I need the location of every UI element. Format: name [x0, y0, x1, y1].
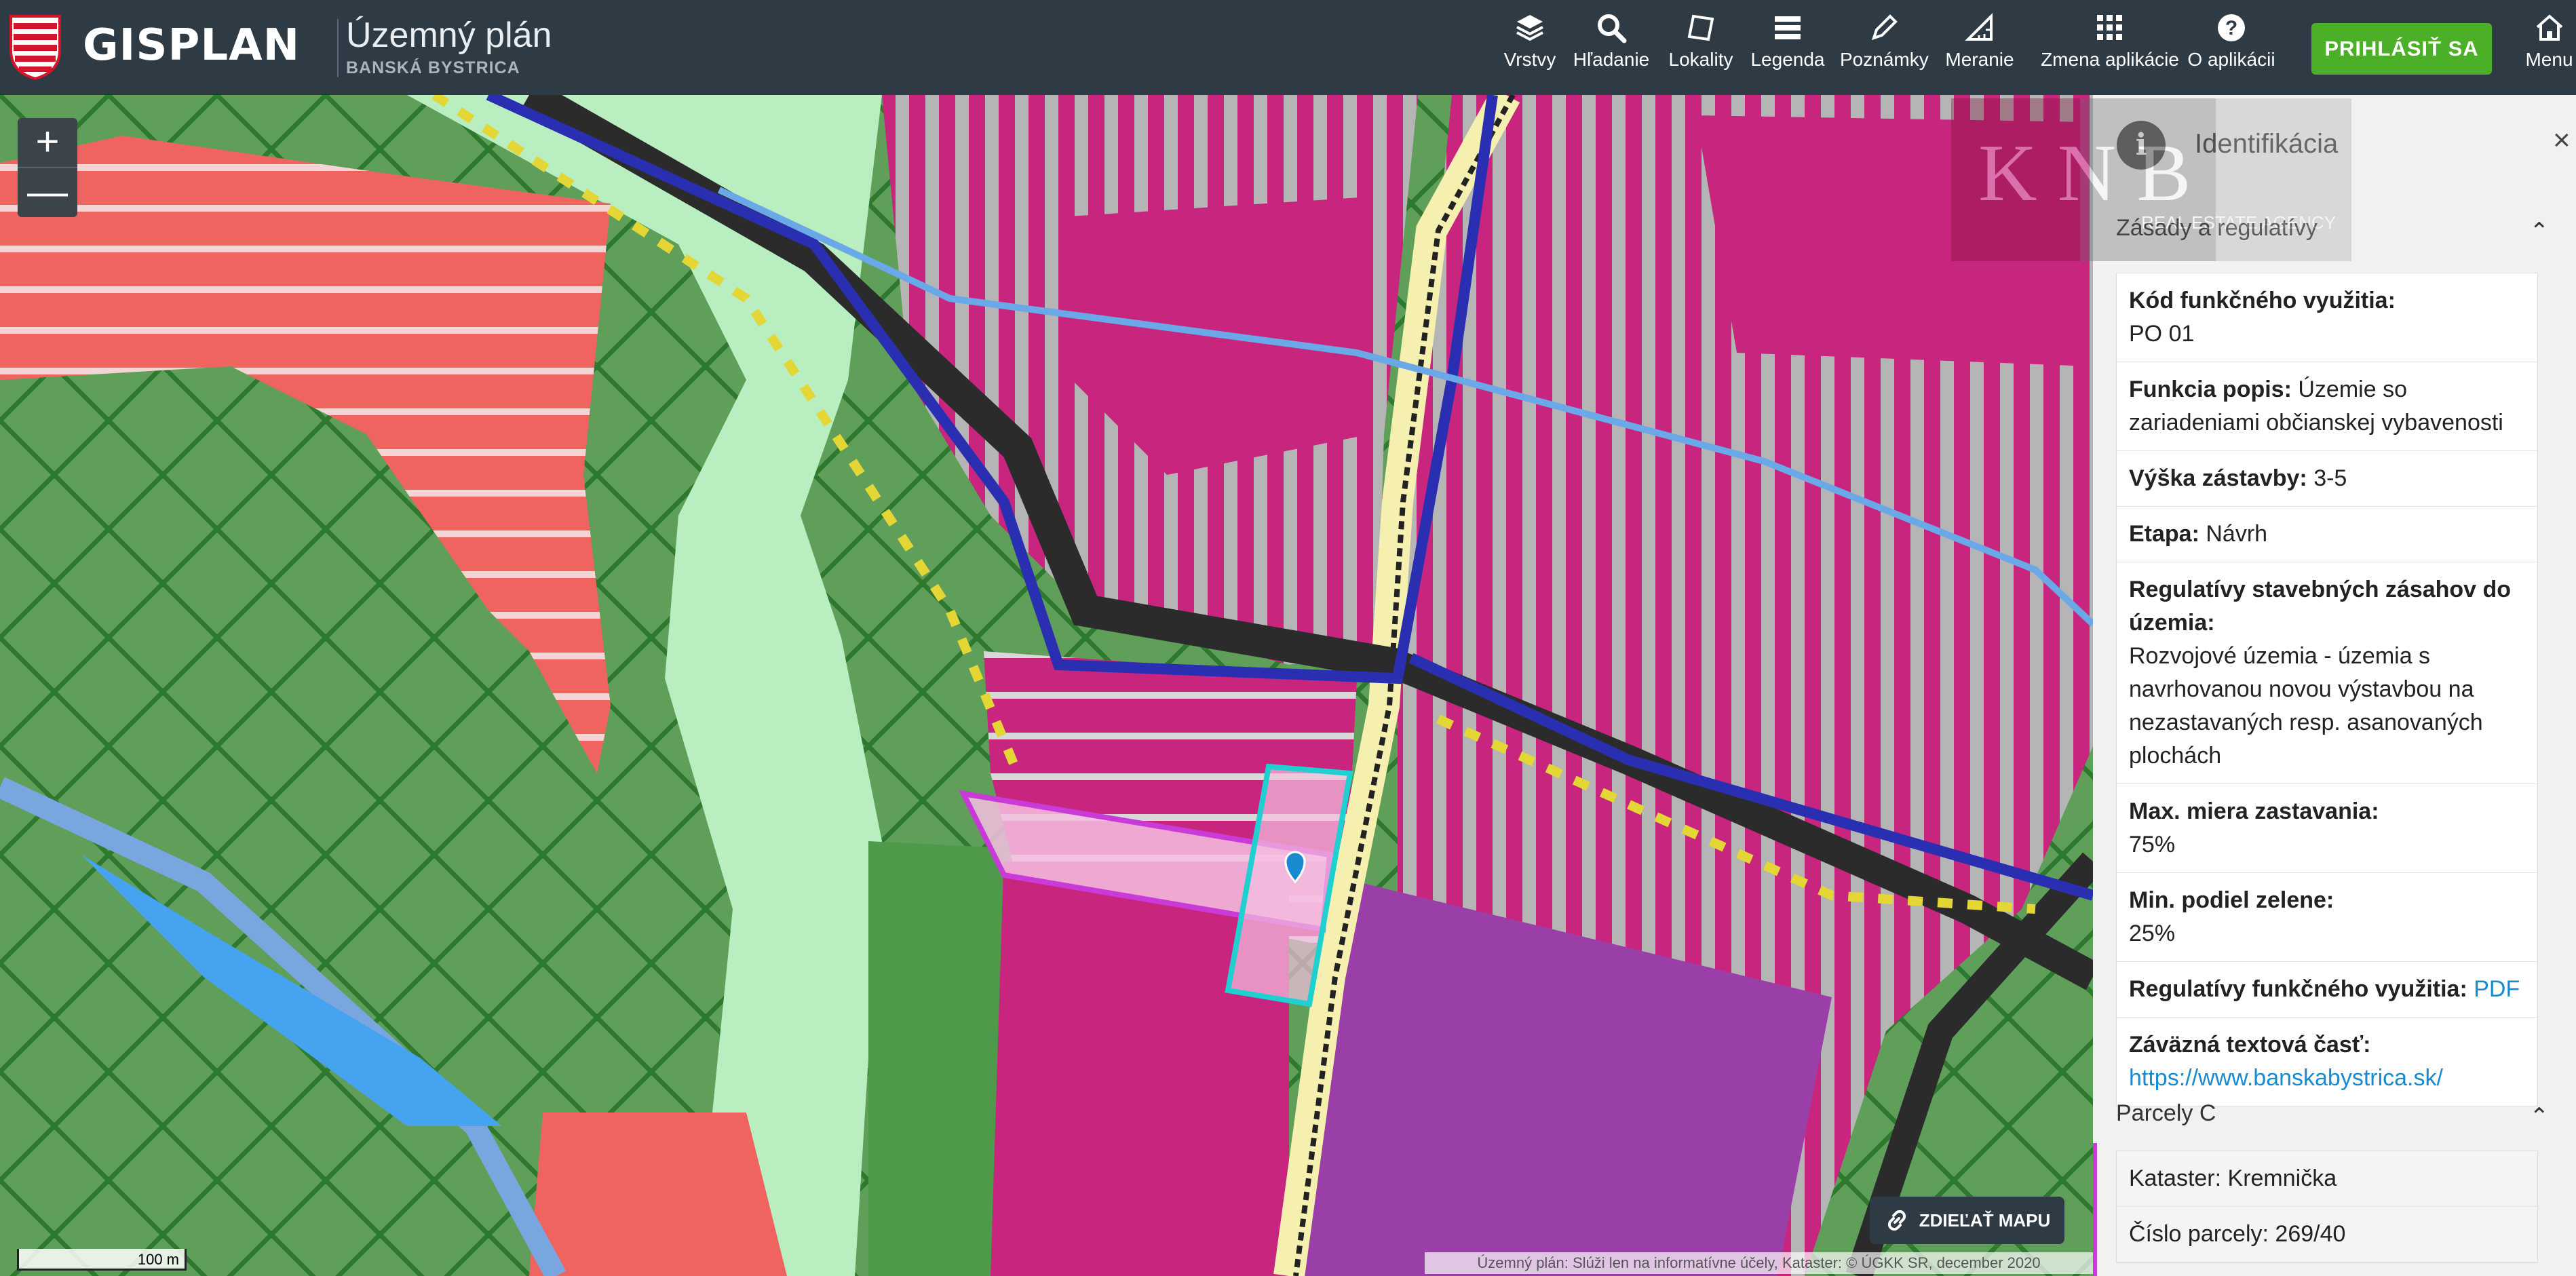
- tool-label: Hľadanie: [1573, 49, 1650, 70]
- pdf-link[interactable]: PDF: [2474, 976, 2520, 1002]
- dark-woods: [868, 841, 1004, 1276]
- vyska-label: Výška zástavby:: [2129, 465, 2307, 491]
- chevron-up-icon: ⌃: [2529, 218, 2550, 244]
- max-value: 75%: [2129, 832, 2176, 857]
- residential-strip: [529, 1113, 787, 1276]
- identification-panel: i Identifikácia × Zásady a regulatívy ⌃ …: [2093, 95, 2576, 1276]
- row-regulativy: Regulatívy stavebných zásahov do územia:…: [2117, 562, 2537, 784]
- tool-legenda[interactable]: Legenda: [1747, 12, 1828, 71]
- tool-label: Legenda: [1750, 49, 1825, 70]
- city-crest-icon: [9, 15, 61, 80]
- zoom-in-button[interactable]: +: [18, 118, 77, 167]
- row-funkcia: Funkcia popis: Územie so zariadeniami ob…: [2117, 362, 2537, 451]
- svg-text:?: ?: [2225, 17, 2237, 39]
- tool-vrstvy[interactable]: Vrstvy: [1496, 12, 1564, 71]
- layers-icon: [1516, 15, 1543, 41]
- section-title: Parcely C: [2116, 1100, 2216, 1126]
- row-zavazna: Záväzná textová časť: https://www.banska…: [2117, 1018, 2537, 1106]
- grid-icon: [2097, 15, 2122, 40]
- regul-value: Rozvojové územia - územia s navrhovanou …: [2129, 643, 2483, 769]
- regul-label: Regulatívy stavebných zásahov do územia:: [2129, 577, 2512, 636]
- help-icon: ?: [2218, 14, 2245, 41]
- civic-block-ne: [1696, 115, 2090, 366]
- panel-header: i Identifikácia ×: [2093, 95, 2576, 197]
- close-panel-button[interactable]: ×: [2553, 123, 2571, 157]
- pencil-icon: [1871, 14, 1898, 41]
- panel-title: Identifikácia: [2195, 129, 2339, 159]
- tool-meranie[interactable]: Meranie: [1939, 12, 2020, 71]
- max-label: Max. miera zastavania:: [2129, 798, 2379, 824]
- search-icon: [1598, 14, 1627, 43]
- row-vyska: Výška zástavby: 3-5: [2117, 451, 2537, 507]
- tool-poznamky[interactable]: Poznámky: [1840, 12, 1929, 71]
- row-regulativy-funkcneho: Regulatívy funkčného využitia: PDF: [2117, 962, 2537, 1018]
- chevron-up-icon: ⌃: [2529, 1104, 2550, 1129]
- map-canvas[interactable]: + — 100 m ZDIEĽAŤ MAPU Územný plán: Slúž…: [0, 95, 2093, 1276]
- regfun-label: Regulatívy funkčného využitia:: [2129, 976, 2467, 1002]
- row-kataster: Kataster: Kremnička: [2117, 1151, 2537, 1207]
- etapa-label: Etapa:: [2129, 521, 2199, 547]
- tool-menu[interactable]: Menu: [2522, 12, 2576, 71]
- link-icon: [1887, 1210, 1906, 1231]
- tool-label: Vrstvy: [1503, 49, 1556, 70]
- funkcia-label: Funkcia popis:: [2129, 376, 2292, 402]
- tool-zmena-aplikacie[interactable]: Zmena aplikácie: [2029, 12, 2191, 71]
- zavazna-label: Záväzná textová časť:: [2129, 1032, 2371, 1058]
- share-map-label: ZDIEĽAŤ MAPU: [1919, 1210, 2051, 1231]
- tool-lokality[interactable]: Lokality: [1664, 12, 1738, 71]
- gisplan-logo[interactable]: GISPLAN: [83, 20, 300, 71]
- section-title: Zásady a regulatívy: [2116, 215, 2318, 241]
- min-value: 25%: [2129, 921, 2176, 946]
- parcel-accent-bar: [2093, 1143, 2097, 1276]
- tool-o-aplikacii[interactable]: ? O aplikácii: [2186, 12, 2277, 71]
- row-kod: Kód funkčného využitia: PO 01: [2117, 273, 2537, 362]
- row-min-zelene: Min. podiel zelene: 25%: [2117, 873, 2537, 962]
- app-subtitle: BANSKÁ BYSTRICA: [346, 58, 520, 77]
- info-icon: i: [2117, 121, 2166, 170]
- row-max-zastavania: Max. miera zastavania: 75%: [2117, 784, 2537, 873]
- regulations-card: Kód funkčného využitia: PO 01 Funkcia po…: [2116, 273, 2538, 1106]
- tool-label: Poznámky: [1840, 49, 1929, 70]
- kod-value: PO 01: [2129, 321, 2195, 347]
- kod-label: Kód funkčného využitia:: [2129, 288, 2396, 313]
- header-divider: [337, 19, 339, 77]
- map-shape-icon: [1687, 14, 1714, 41]
- row-etapa: Etapa: Návrh: [2117, 507, 2537, 562]
- tool-label: O aplikácii: [2187, 49, 2275, 70]
- zoning-map[interactable]: [0, 95, 2093, 1276]
- scale-bar: 100 m: [17, 1249, 187, 1271]
- map-attribution: Územný plán: Slúži len na informatívne ú…: [1425, 1252, 2093, 1274]
- min-label: Min. podiel zelene:: [2129, 887, 2334, 913]
- tool-label: Meranie: [1945, 49, 2014, 70]
- login-button[interactable]: PRIHLÁSIŤ SA: [2311, 23, 2492, 75]
- share-map-button[interactable]: ZDIEĽAŤ MAPU: [1870, 1197, 2064, 1244]
- tool-label: Lokality: [1668, 49, 1733, 70]
- list-icon: [1775, 16, 1801, 39]
- section-parcely-header[interactable]: Parcely C ⌃: [2116, 1100, 2553, 1141]
- top-bar: GISPLAN Územný plán BANSKÁ BYSTRICA Vrst…: [0, 0, 2576, 95]
- tool-label: Zmena aplikácie: [2041, 49, 2179, 70]
- vyska-value: 3-5: [2313, 465, 2347, 491]
- banskabystrica-link[interactable]: https://www.banskabystrica.sk/: [2129, 1065, 2443, 1091]
- app-title: Územný plán: [346, 16, 552, 55]
- etapa-value: Návrh: [2206, 521, 2268, 547]
- home-icon: [2536, 14, 2562, 41]
- parcel-card: Kataster: Kremnička Číslo parcely: 269/4…: [2116, 1151, 2538, 1263]
- tool-label: Menu: [2525, 49, 2573, 70]
- ruler-icon: [1965, 13, 1993, 41]
- tool-hladanie[interactable]: Hľadanie: [1571, 12, 1652, 71]
- row-cislo-parcely: Číslo parcely: 269/40: [2117, 1207, 2537, 1262]
- zoom-out-button[interactable]: —: [18, 168, 77, 217]
- section-zasady-header[interactable]: Zásady a regulatívy ⌃: [2116, 215, 2553, 256]
- zoom-control: + —: [18, 118, 77, 217]
